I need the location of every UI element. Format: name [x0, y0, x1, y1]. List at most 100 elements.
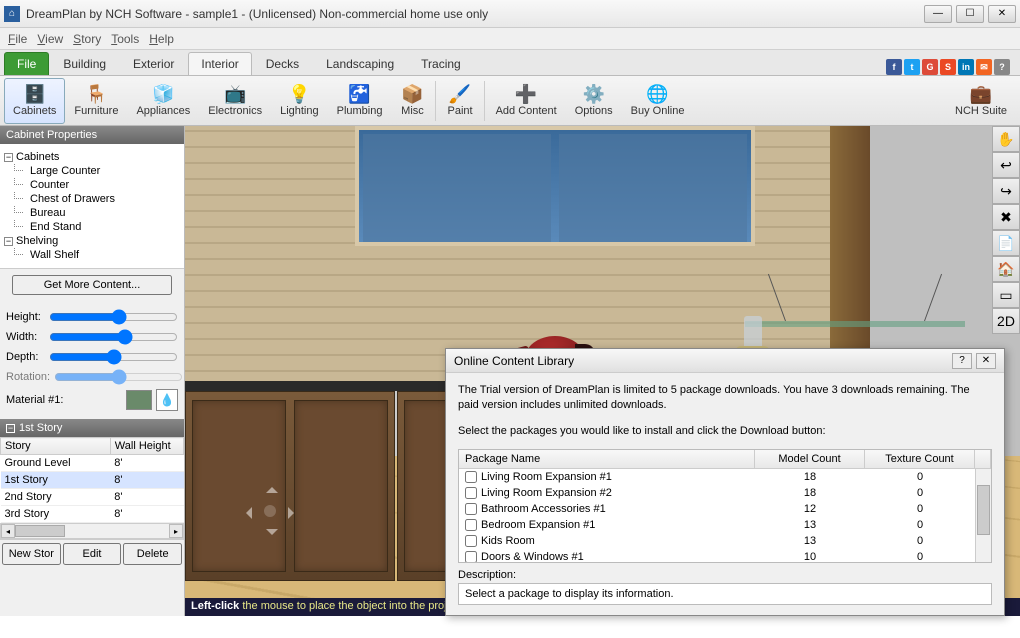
tool-furniture[interactable]: 🪑Furniture [65, 78, 127, 124]
tree-node-shelving[interactable]: −Shelving [4, 234, 180, 248]
eyedropper-button[interactable]: 💧 [156, 389, 178, 411]
menu-help[interactable]: Help [149, 32, 174, 46]
package-row[interactable]: Living Room Expansion #2180 [459, 485, 975, 501]
facebook-icon[interactable]: f [886, 59, 902, 75]
tab-landscaping[interactable]: Landscaping [313, 52, 407, 75]
linkedin-icon[interactable]: in [958, 59, 974, 75]
tree-leaf-counter[interactable]: Counter [24, 178, 180, 192]
package-checkbox[interactable] [465, 503, 477, 515]
electronics-icon: 📺 [223, 85, 247, 105]
depth-label: Depth: [6, 351, 45, 363]
add-content-icon: ➕ [514, 85, 538, 105]
tab-file[interactable]: File [4, 52, 49, 75]
new-story-button[interactable]: New Stor [2, 543, 61, 565]
story-row[interactable]: 1st Story8' [1, 472, 184, 489]
package-checkbox[interactable] [465, 551, 477, 562]
options-icon: ⚙️ [582, 85, 606, 105]
google-icon[interactable]: G [922, 59, 938, 75]
nav-widget[interactable] [240, 481, 300, 541]
tree-leaf-chest-of-drawers[interactable]: Chest of Drawers [24, 192, 180, 206]
story-hscroll[interactable]: ◂ ▸ [0, 523, 184, 539]
tool-options[interactable]: ⚙️Options [566, 78, 622, 124]
pkg-col-name[interactable]: Package Name [459, 450, 755, 468]
tab-exterior[interactable]: Exterior [120, 52, 187, 75]
content-library-dialog: Online Content Library ? ✕ The Trial ver… [445, 348, 1005, 616]
object-tree: −CabinetsLarge CounterCounterChest of Dr… [0, 144, 184, 269]
stumble-icon[interactable]: S [940, 59, 956, 75]
package-row[interactable]: Bathroom Accessories #1120 [459, 501, 975, 517]
package-table: Package Name Model Count Texture Count L… [458, 449, 992, 563]
tool-add-content[interactable]: ➕Add Content [487, 78, 566, 124]
help-icon[interactable]: ? [994, 59, 1010, 75]
depth-slider[interactable] [49, 349, 178, 365]
dialog-help-button[interactable]: ? [952, 353, 972, 369]
story-row[interactable]: 3rd Story8' [1, 506, 184, 523]
tool-appliances[interactable]: 🧊Appliances [127, 78, 199, 124]
view3d-button[interactable]: 🏠 [992, 256, 1020, 282]
get-more-content-button[interactable]: Get More Content... [12, 275, 172, 295]
copy-button[interactable]: 📄 [992, 230, 1020, 256]
menu-view[interactable]: View [37, 32, 63, 46]
app-icon: ⌂ [4, 6, 20, 22]
delete-button[interactable]: ✖ [992, 204, 1020, 230]
pkg-col-tex[interactable]: Texture Count [865, 450, 975, 468]
delete-story-button[interactable]: Delete [123, 543, 182, 565]
tree-leaf-end-stand[interactable]: End Stand [24, 220, 180, 234]
edit-story-button[interactable]: Edit [63, 543, 122, 565]
story-panel-header[interactable]: −1st Story [0, 419, 184, 437]
rotation-slider[interactable] [54, 369, 183, 385]
dialog-close-button[interactable]: ✕ [976, 353, 996, 369]
package-row[interactable]: Living Room Expansion #1180 [459, 469, 975, 485]
menu-story[interactable]: Story [73, 32, 101, 46]
story-col-name[interactable]: Story [1, 438, 111, 455]
pan-hand-button[interactable]: ✋ [992, 126, 1020, 152]
view2d-button[interactable]: 2D [992, 308, 1020, 334]
rss-icon[interactable]: ✉ [976, 59, 992, 75]
minimize-button[interactable]: — [924, 5, 952, 23]
package-checkbox[interactable] [465, 519, 477, 531]
material-label: Material #1: [6, 394, 68, 406]
tab-tracing[interactable]: Tracing [408, 52, 474, 75]
menu-file[interactable]: File [8, 32, 27, 46]
tree-leaf-large-counter[interactable]: Large Counter [24, 164, 180, 178]
twitter-icon[interactable]: t [904, 59, 920, 75]
tool-misc[interactable]: 📦Misc [391, 78, 433, 124]
tool-lighting[interactable]: 💡Lighting [271, 78, 328, 124]
package-checkbox[interactable] [465, 471, 477, 483]
package-row[interactable]: Doors & Windows #1100 [459, 549, 975, 562]
pkg-col-model[interactable]: Model Count [755, 450, 865, 468]
tree-leaf-bureau[interactable]: Bureau [24, 206, 180, 220]
viewplan-button[interactable]: ▭ [992, 282, 1020, 308]
package-checkbox[interactable] [465, 487, 477, 499]
tool-paint[interactable]: 🖌️Paint [438, 78, 481, 124]
tab-interior[interactable]: Interior [188, 52, 251, 75]
tool-plumbing[interactable]: 🚰Plumbing [328, 78, 392, 124]
left-panel: Cabinet Properties −CabinetsLarge Counte… [0, 126, 185, 616]
story-row[interactable]: 2nd Story8' [1, 489, 184, 506]
tab-building[interactable]: Building [50, 52, 119, 75]
furniture-icon: 🪑 [84, 85, 108, 105]
package-checkbox[interactable] [465, 535, 477, 547]
tool-buy-online[interactable]: 🌐Buy Online [622, 78, 694, 124]
tool-nch-suite[interactable]: 💼NCH Suite [946, 78, 1016, 124]
tool-cabinets[interactable]: 🗄️Cabinets [4, 78, 65, 124]
toolbar: 🗄️Cabinets🪑Furniture🧊Appliances📺Electron… [0, 76, 1020, 126]
tree-node-cabinets[interactable]: −Cabinets [4, 150, 180, 164]
height-slider[interactable] [49, 309, 178, 325]
story-col-height[interactable]: Wall Height [110, 438, 183, 455]
tab-decks[interactable]: Decks [253, 52, 312, 75]
tool-electronics[interactable]: 📺Electronics [199, 78, 271, 124]
pkg-scrollbar[interactable] [975, 469, 991, 562]
dialog-message-2: Select the packages you would like to in… [458, 424, 992, 439]
story-row[interactable]: Ground Level8' [1, 455, 184, 472]
package-row[interactable]: Kids Room130 [459, 533, 975, 549]
maximize-button[interactable]: ☐ [956, 5, 984, 23]
package-row[interactable]: Bedroom Expansion #1130 [459, 517, 975, 533]
close-button[interactable]: ✕ [988, 5, 1016, 23]
undo-button[interactable]: ↩ [992, 152, 1020, 178]
tree-leaf-wall-shelf[interactable]: Wall Shelf [24, 248, 180, 262]
redo-button[interactable]: ↪ [992, 178, 1020, 204]
width-slider[interactable] [49, 329, 178, 345]
menu-tools[interactable]: Tools [111, 32, 139, 46]
material-swatch[interactable] [126, 390, 152, 410]
